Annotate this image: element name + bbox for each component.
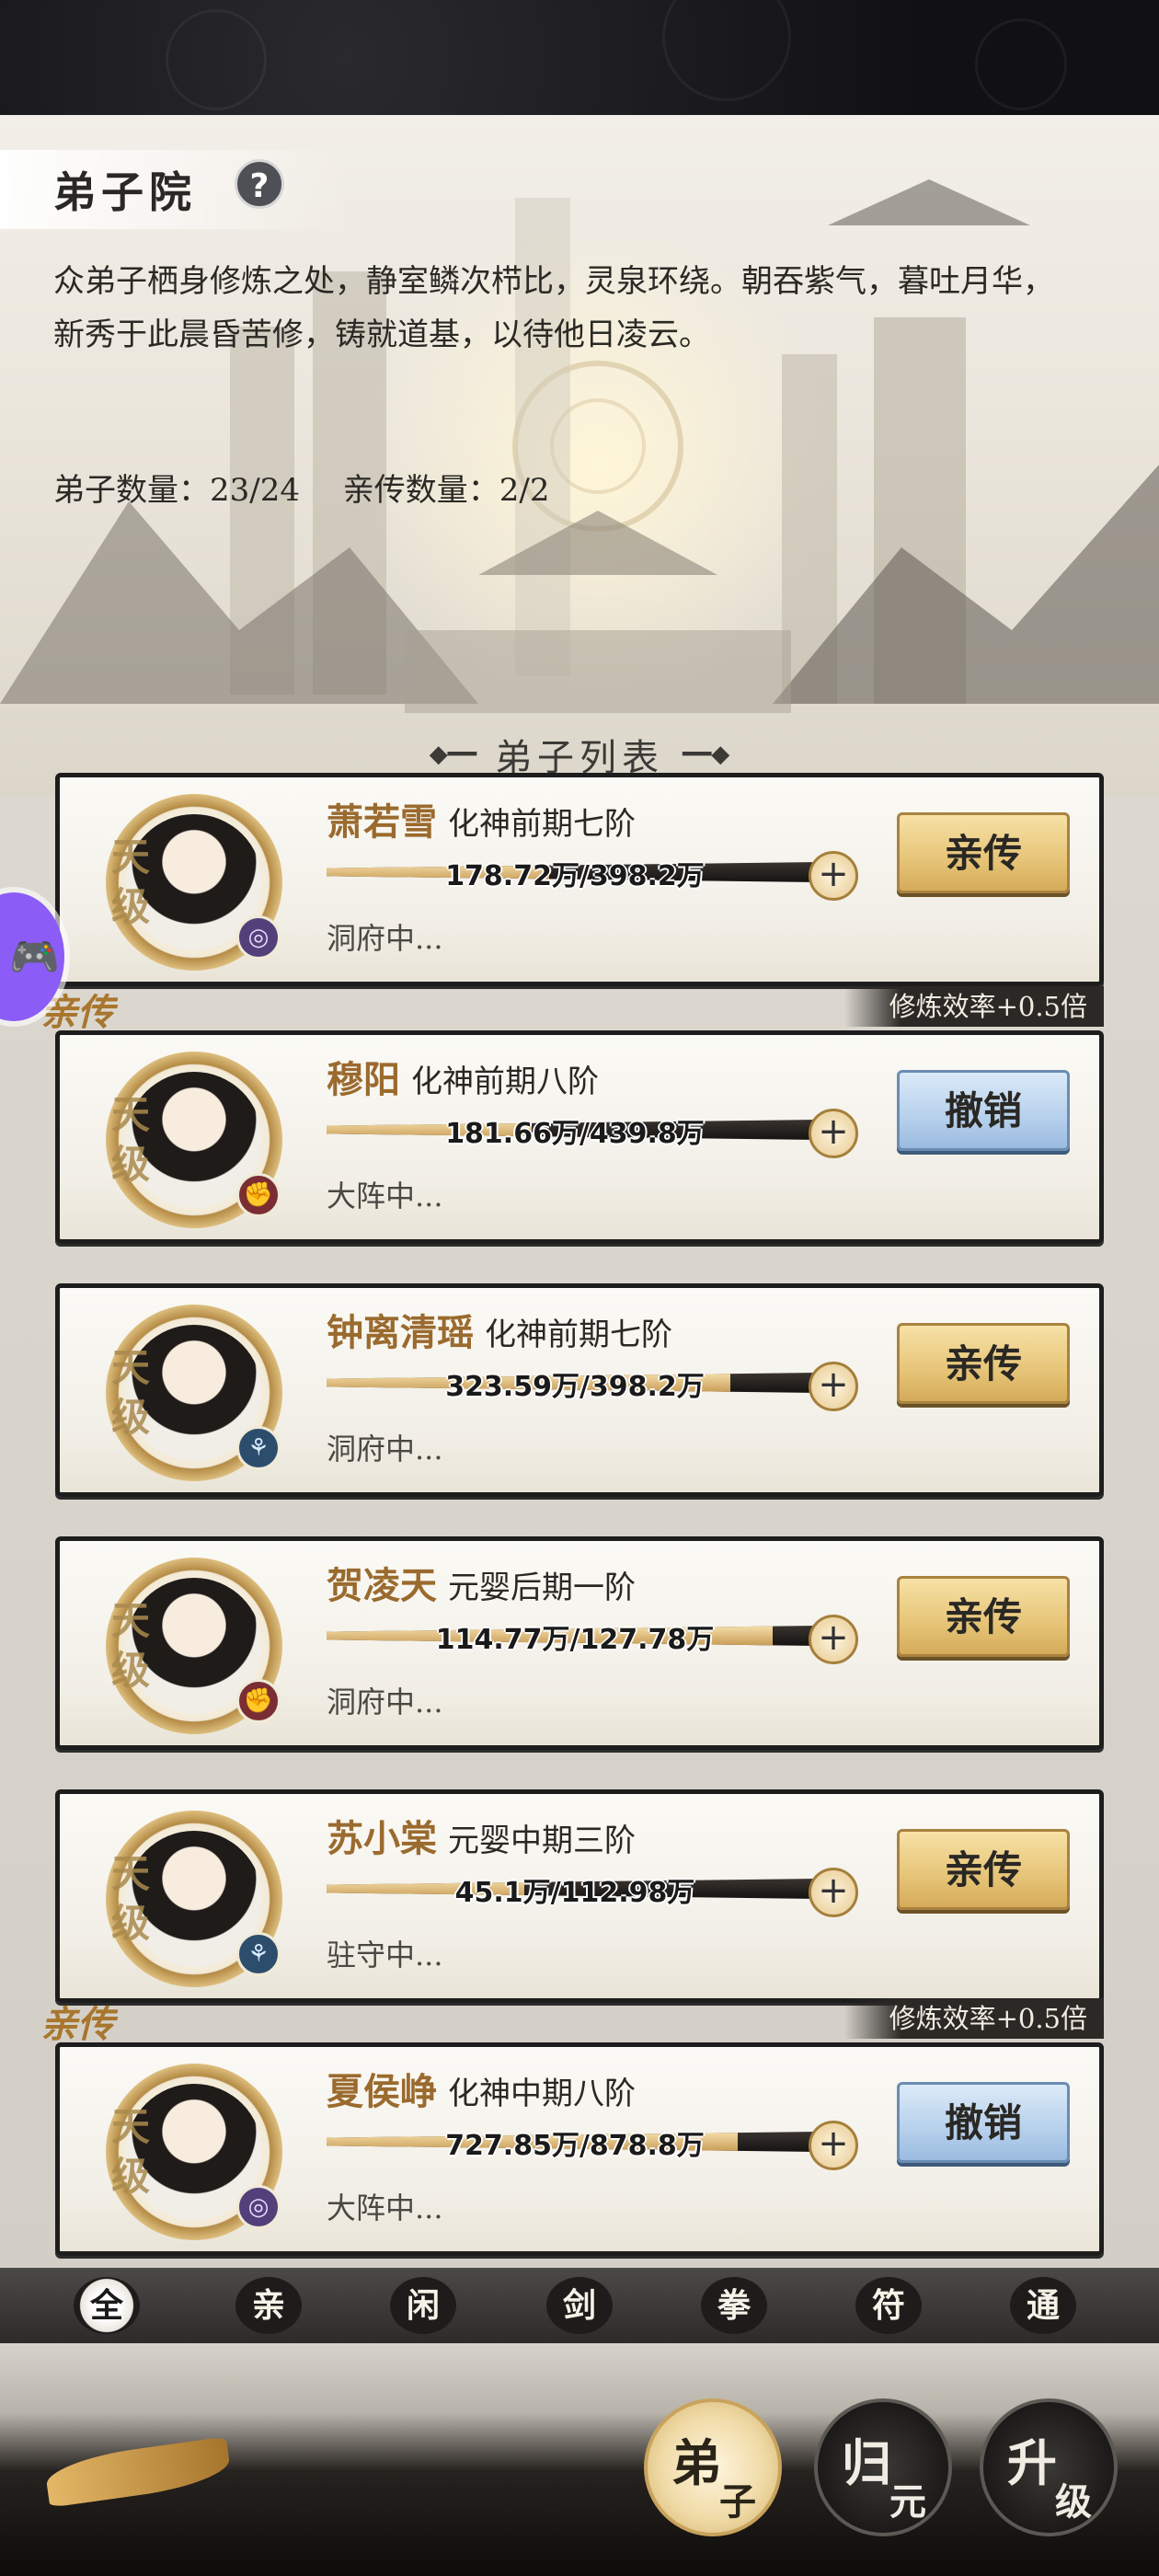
- courtyard-scene: 弟子院 ? 众弟子栖身修炼之处，静室鳞次栉比，灵泉环绕。朝吞紫气，暮吐月华，新秀…: [0, 115, 1159, 800]
- promote-core-button[interactable]: 亲传: [897, 812, 1070, 893]
- efficiency-badge: 修炼效率+0.5倍: [844, 986, 1104, 1027]
- grade-label: 天级: [110, 1345, 150, 1440]
- description-text: 众弟子栖身修炼之处，静室鳞次栉比，灵泉环绕。朝吞紫气，暮吐月华，新秀于此晨昏苦修…: [53, 263, 1054, 353]
- bottom-nav: 弟 子 归 元 升 级: [0, 2343, 1159, 2576]
- swirl-ornament: [975, 18, 1067, 110]
- add-exp-button[interactable]: +: [809, 1109, 858, 1158]
- disciple-name: 夏侯峥: [327, 2070, 437, 2113]
- disciple-name-line: 萧若雪 化神前期七阶: [327, 792, 636, 845]
- exp-text: 178.72万/398.2万: [445, 860, 705, 892]
- filter-sword[interactable]: 剑: [546, 2277, 613, 2334]
- nav-upgrade-char1: 升: [1007, 2433, 1057, 2492]
- nav-upgrade-char2: 级: [1055, 2480, 1092, 2524]
- add-exp-button[interactable]: +: [809, 1868, 858, 1917]
- add-exp-button[interactable]: +: [809, 2121, 858, 2170]
- add-exp-button[interactable]: +: [809, 851, 858, 901]
- talisman-icon: ⚘: [236, 1426, 281, 1470]
- page-title: 弟子院: [53, 167, 197, 217]
- disciple-count: 弟子数量：23/24: [53, 472, 300, 509]
- disciple-name-line: 钟离清瑶 化神前期七阶: [327, 1303, 672, 1356]
- disciple-name: 苏小棠: [327, 1817, 437, 1860]
- disciple-status: 大阵中...: [327, 2191, 443, 2225]
- filter-talisman[interactable]: 符: [855, 2277, 922, 2334]
- nav-return-button[interactable]: 归 元: [814, 2398, 952, 2536]
- filter-fist[interactable]: 拳: [701, 2277, 767, 2334]
- disciple-realm: 化神中期八阶: [448, 2076, 636, 2112]
- disciple-name: 萧若雪: [327, 800, 437, 844]
- grade-label: 天级: [110, 1598, 150, 1693]
- disciple-status: 大阵中...: [327, 1179, 443, 1213]
- filter-all[interactable]: 全: [74, 2277, 140, 2334]
- swirl-ornament: [662, 0, 791, 101]
- disciple-card[interactable]: 天级 ⚘ 苏小棠 元婴中期三阶 45.1万/112.98万 + 驻守中... 亲传: [55, 1789, 1104, 2003]
- disciple-card[interactable]: 天级 ⚘ 钟离清瑶 化神前期七阶 323.59万/398.2万 + 洞府中... 亲传: [55, 1283, 1104, 1497]
- exp-text: 114.77万/127.78万: [435, 1624, 715, 1656]
- promote-core-button[interactable]: 亲传: [897, 1576, 1070, 1657]
- top-banner: [0, 0, 1159, 115]
- nav-disciples-char1: 弟: [671, 2433, 721, 2492]
- disciple-name: 钟离清瑶: [327, 1311, 474, 1354]
- nav-upgrade-button[interactable]: 升 级: [980, 2398, 1118, 2536]
- filter-core[interactable]: 亲: [235, 2277, 302, 2334]
- promote-core-button[interactable]: 亲传: [897, 1829, 1070, 1910]
- disciple-name-line: 苏小棠 元婴中期三阶: [327, 1809, 636, 1862]
- swirl-icon: ◎: [236, 2185, 281, 2229]
- nav-disciples-char2: 子: [719, 2480, 756, 2524]
- disciple-name: 穆阳: [327, 1058, 400, 1101]
- swirl-icon: ◎: [236, 915, 281, 960]
- exp-text: 323.59万/398.2万: [445, 1371, 705, 1403]
- fist-icon: ✊: [236, 1679, 281, 1723]
- disciple-realm: 元婴后期一阶: [448, 1570, 636, 1606]
- revoke-button[interactable]: 撤销: [897, 1070, 1070, 1151]
- disciple-card[interactable]: 天级 ◎ 萧若雪 化神前期七阶 178.72万/398.2万 + 洞府中... 亲传: [55, 773, 1104, 986]
- exp-text: 181.66万/439.8万: [445, 1118, 705, 1150]
- grade-label: 天级: [110, 1851, 150, 1946]
- nav-disciples-button[interactable]: 弟 子: [644, 2398, 782, 2536]
- core-disciple-count: 亲传数量：2/2: [342, 472, 550, 509]
- grade-label: 天级: [110, 2104, 150, 2199]
- disciple-name-line: 夏侯峥 化神中期八阶: [327, 2062, 636, 2115]
- core-disciple-tag: 亲传: [40, 2003, 114, 2046]
- add-exp-button[interactable]: +: [809, 1615, 858, 1664]
- grade-label: 天级: [110, 1092, 150, 1187]
- disciple-name: 贺凌天: [327, 1564, 437, 1607]
- disciple-status: 洞府中...: [327, 1685, 443, 1719]
- grade-label: 天级: [110, 834, 150, 929]
- counts-row: 弟子数量：23/24 亲传数量：2/2: [53, 465, 550, 510]
- revoke-button[interactable]: 撤销: [897, 2082, 1070, 2163]
- disciple-realm: 化神前期七阶: [448, 806, 636, 843]
- filter-bar: 全 亲 闲 剑 拳 符 通: [0, 2268, 1159, 2343]
- disciple-realm: 化神前期七阶: [485, 1317, 672, 1353]
- ornament-left-icon: ◆━━: [429, 741, 476, 768]
- disciple-status: 洞府中...: [327, 1432, 443, 1466]
- nav-return-char2: 元: [889, 2480, 926, 2524]
- disciple-card[interactable]: 天级 ✊ 穆阳 化神前期八阶 181.66万/439.8万 + 大阵中... 撤销: [55, 1030, 1104, 1244]
- fist-icon: ✊: [236, 1173, 281, 1217]
- disciple-status: 洞府中...: [327, 921, 443, 956]
- add-exp-button[interactable]: +: [809, 1362, 858, 1411]
- swirl-ornament: [166, 9, 267, 110]
- filter-general[interactable]: 通: [1010, 2277, 1076, 2334]
- exp-text: 45.1万/112.98万: [454, 1877, 695, 1909]
- question-icon[interactable]: ?: [235, 159, 284, 209]
- efficiency-badge: 修炼效率+0.5倍: [844, 1998, 1104, 2039]
- talisman-icon: ⚘: [236, 1932, 281, 1976]
- disciple-status: 驻守中...: [327, 1938, 443, 1972]
- nav-return-char1: 归: [842, 2433, 891, 2492]
- ornament-right-icon: ━━◆: [683, 741, 730, 768]
- promote-core-button[interactable]: 亲传: [897, 1323, 1070, 1404]
- disciple-card[interactable]: 天级 ◎ 夏侯峥 化神中期八阶 727.85万/878.8万 + 大阵中... 撤销: [55, 2042, 1104, 2256]
- filter-idle[interactable]: 闲: [390, 2277, 456, 2334]
- disciple-card[interactable]: 天级 ✊ 贺凌天 元婴后期一阶 114.77万/127.78万 + 洞府中... 亲传: [55, 1536, 1104, 1750]
- disciple-name-line: 穆阳 化神前期八阶: [327, 1050, 599, 1103]
- disciple-name-line: 贺凌天 元婴后期一阶: [327, 1556, 636, 1609]
- exp-text: 727.85万/878.8万: [445, 2130, 705, 2162]
- disciple-realm: 化神前期八阶: [411, 1064, 599, 1100]
- disciple-realm: 元婴中期三阶: [448, 1823, 636, 1859]
- cloud-logo-icon: [43, 2436, 233, 2508]
